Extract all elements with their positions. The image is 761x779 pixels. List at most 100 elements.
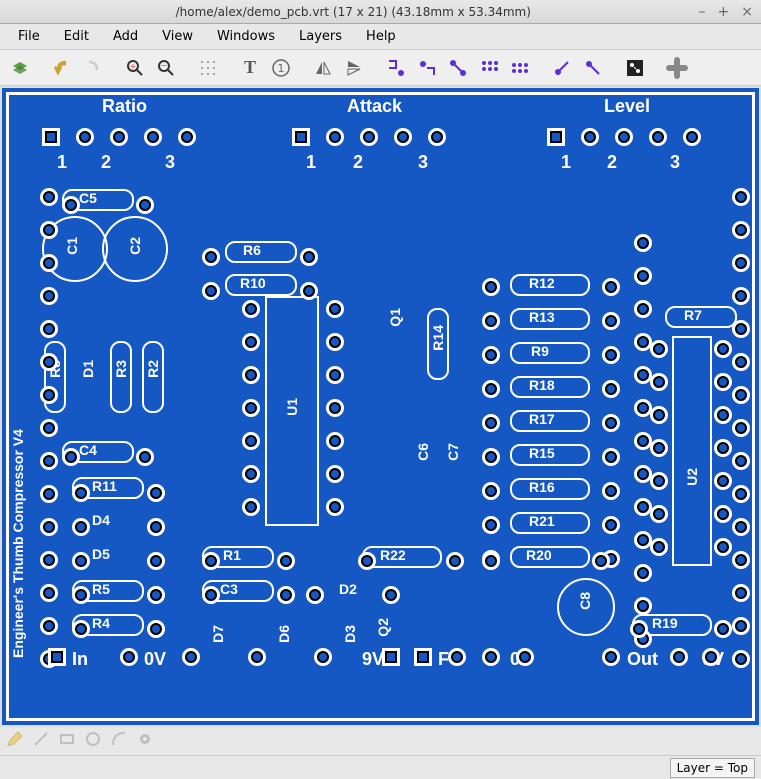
pad xyxy=(202,586,220,604)
pad xyxy=(516,648,534,666)
pencil-tool-icon[interactable] xyxy=(6,730,24,752)
pad xyxy=(40,452,58,470)
ref-u1: U1 xyxy=(284,398,300,416)
pad xyxy=(242,432,260,450)
arc-tool-icon[interactable] xyxy=(110,730,128,752)
number-tool-icon[interactable]: 1 xyxy=(267,54,295,82)
pad xyxy=(650,538,668,556)
pad-array-2-icon[interactable] xyxy=(506,54,534,82)
zoom-out-icon[interactable]: − xyxy=(152,54,180,82)
pad xyxy=(581,128,599,146)
pad-array-1-icon[interactable] xyxy=(475,54,503,82)
pad xyxy=(732,320,750,338)
pad-tool-1-icon[interactable] xyxy=(382,54,410,82)
circle-tool-icon[interactable] xyxy=(84,730,102,752)
pad xyxy=(326,333,344,351)
pad-tool-2-icon[interactable] xyxy=(413,54,441,82)
flip-horizontal-icon[interactable] xyxy=(309,54,337,82)
drc-icon[interactable] xyxy=(621,54,649,82)
ref-r16: R16 xyxy=(529,479,555,495)
pad xyxy=(602,482,620,500)
pad xyxy=(482,516,500,534)
menu-view[interactable]: View xyxy=(152,26,203,47)
flip-vertical-icon[interactable] xyxy=(340,54,368,82)
label-attack: Attack xyxy=(347,96,402,117)
track-tool-2-icon[interactable] xyxy=(579,54,607,82)
pad xyxy=(292,128,310,146)
undo-icon[interactable] xyxy=(48,54,76,82)
pad xyxy=(72,484,90,502)
pot2-num3: 3 xyxy=(418,152,428,173)
ref-q1: Q1 xyxy=(387,308,403,327)
pad xyxy=(242,498,260,516)
menu-edit[interactable]: Edit xyxy=(54,26,99,47)
pad xyxy=(732,254,750,272)
layer-stack-icon[interactable] xyxy=(6,54,34,82)
pot1-num2: 2 xyxy=(101,152,111,173)
redo-icon[interactable] xyxy=(79,54,107,82)
ref-r14: R14 xyxy=(430,325,446,351)
pad xyxy=(182,648,200,666)
pad xyxy=(732,650,750,668)
menu-file[interactable]: File xyxy=(8,26,50,47)
pad xyxy=(202,248,220,266)
pad xyxy=(732,221,750,239)
pad xyxy=(482,380,500,398)
pad xyxy=(42,128,60,146)
pad xyxy=(602,648,620,666)
ref-r5: R5 xyxy=(92,581,110,597)
pad xyxy=(714,538,732,556)
pad xyxy=(242,465,260,483)
ref-d1: D1 xyxy=(80,360,96,378)
pad xyxy=(300,248,318,266)
ref-d4: D4 xyxy=(92,512,110,528)
pad xyxy=(602,312,620,330)
ref-r9: R9 xyxy=(531,343,549,359)
pad xyxy=(40,617,58,635)
menu-windows[interactable]: Windows xyxy=(207,26,285,47)
plus-icon[interactable] xyxy=(663,54,691,82)
pot2-num1: 1 xyxy=(306,152,316,173)
svg-text:−: − xyxy=(161,61,168,70)
layer-indicator[interactable]: Layer = Top xyxy=(670,758,755,778)
grid-icon[interactable] xyxy=(194,54,222,82)
ref-c2: C2 xyxy=(127,237,143,255)
pad xyxy=(714,340,732,358)
pad xyxy=(649,128,667,146)
pad-place-icon[interactable] xyxy=(136,730,154,752)
toolbar: + − T 1 xyxy=(0,50,761,86)
pad xyxy=(306,586,324,604)
text-tool-icon[interactable]: T xyxy=(236,54,264,82)
pad xyxy=(202,282,220,300)
pad xyxy=(136,196,154,214)
pad-tool-3-icon[interactable] xyxy=(444,54,472,82)
rect-tool-icon[interactable] xyxy=(58,730,76,752)
pad xyxy=(326,128,344,146)
ref-d5: D5 xyxy=(92,546,110,562)
minimize-button[interactable]: – xyxy=(699,4,706,20)
pad xyxy=(394,128,412,146)
pad xyxy=(326,465,344,483)
pad xyxy=(428,128,446,146)
ref-c1: C1 xyxy=(64,237,80,255)
pad xyxy=(147,586,165,604)
ref-u2: U2 xyxy=(684,468,700,486)
pad xyxy=(592,552,610,570)
pad xyxy=(40,188,58,206)
pad xyxy=(602,380,620,398)
close-button[interactable]: × xyxy=(741,4,753,20)
zoom-in-icon[interactable]: + xyxy=(121,54,149,82)
line-tool-icon[interactable] xyxy=(32,730,50,752)
menu-add[interactable]: Add xyxy=(103,26,148,47)
pad xyxy=(40,386,58,404)
menu-help[interactable]: Help xyxy=(356,26,406,47)
maximize-button[interactable]: + xyxy=(718,4,730,20)
pad xyxy=(40,419,58,437)
menu-layers[interactable]: Layers xyxy=(289,26,352,47)
pad xyxy=(702,648,720,666)
track-tool-1-icon[interactable] xyxy=(548,54,576,82)
pad xyxy=(482,346,500,364)
pad xyxy=(178,128,196,146)
ref-c4: C4 xyxy=(79,442,97,458)
pcb-canvas[interactable]: Ratio Attack Level 1 2 3 1 2 3 1 2 3 Eng… xyxy=(2,88,759,725)
